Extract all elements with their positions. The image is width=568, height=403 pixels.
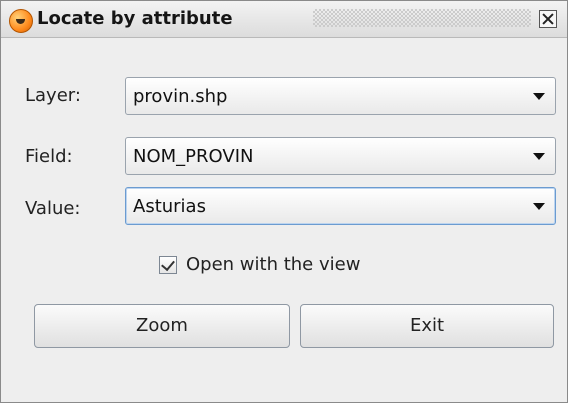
value-select-value: Asturias (133, 196, 206, 217)
checkmark-icon (161, 256, 175, 272)
title-bar[interactable]: Locate by attribute (1, 1, 567, 38)
window-title: Locate by attribute (37, 8, 233, 29)
value-label: Value: (25, 198, 81, 219)
title-drag-grip[interactable] (313, 9, 531, 27)
field-label: Field: (25, 146, 73, 167)
chevron-down-icon[interactable] (533, 93, 545, 100)
close-icon[interactable] (539, 10, 557, 28)
field-select[interactable]: NOM_PROVIN (125, 137, 556, 175)
exit-button[interactable]: Exit (300, 304, 554, 348)
app-logo-icon (9, 9, 33, 33)
layer-select-value: provin.shp (133, 86, 228, 107)
locate-by-attribute-window: Locate by attribute Layer: provin.shp Fi… (0, 0, 568, 403)
field-select-value: NOM_PROVIN (133, 146, 254, 167)
open-with-view-label: Open with the view (186, 254, 361, 275)
layer-label: Layer: (25, 85, 81, 106)
zoom-button[interactable]: Zoom (34, 304, 290, 348)
open-with-view-checkbox[interactable] (159, 256, 177, 274)
layer-select[interactable]: provin.shp (125, 77, 556, 115)
chevron-down-icon[interactable] (533, 153, 545, 160)
chevron-down-icon[interactable] (533, 203, 545, 210)
value-select[interactable]: Asturias (125, 187, 556, 225)
